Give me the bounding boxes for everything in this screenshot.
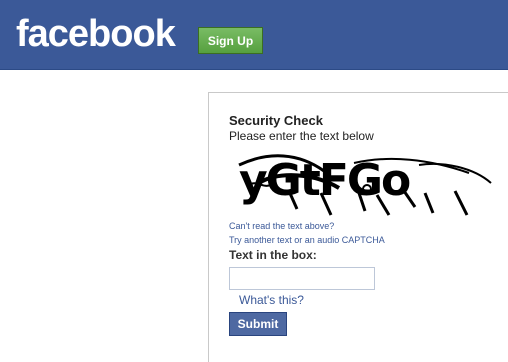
alternative-captcha-link[interactable]: Try another text or an audio CAPTCHA	[229, 235, 385, 245]
page-title: Security Check	[229, 113, 323, 128]
whats-this-link[interactable]: What's this?	[239, 293, 304, 307]
facebook-logo[interactable]: facebook	[16, 12, 176, 56]
instruction-text: Please enter the text below	[229, 129, 374, 143]
captcha-image: yGtFGo	[238, 154, 492, 216]
captcha-input[interactable]	[229, 267, 375, 290]
text-in-box-label: Text in the box:	[229, 248, 317, 262]
submit-button[interactable]: Submit	[229, 312, 287, 336]
cant-read-text: Can't read the text above?	[229, 221, 335, 231]
sign-up-button[interactable]: Sign Up	[198, 27, 263, 54]
top-bar: facebook Sign Up	[0, 0, 508, 70]
